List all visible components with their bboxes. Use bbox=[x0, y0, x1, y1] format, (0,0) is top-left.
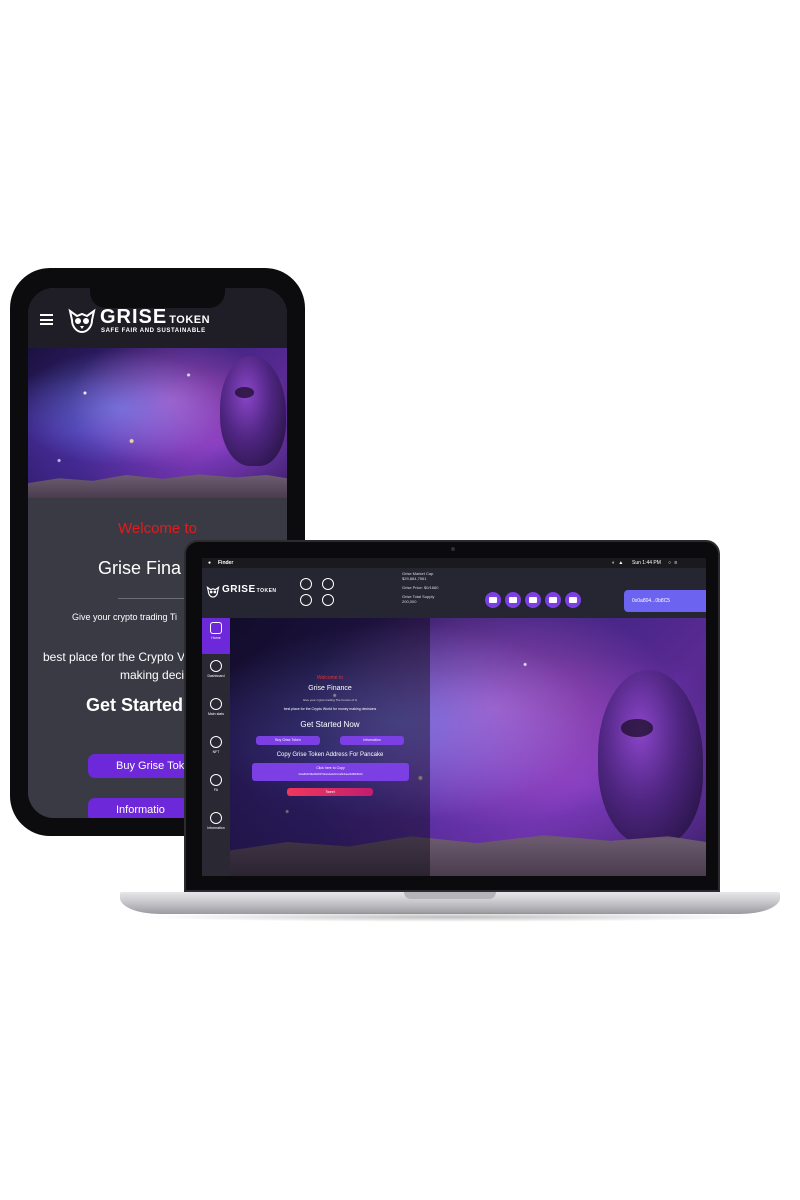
menubar-status-icons[interactable]: ◐ ▲ bbox=[612, 558, 624, 568]
dashboard-icon bbox=[210, 660, 222, 672]
token-address: 0x0a804c59e63f2047fde2aba2e5cc1a6bfcaed6… bbox=[298, 773, 363, 776]
sidebar-item-information[interactable]: Information bbox=[202, 808, 230, 844]
tweet-button[interactable]: Tweet bbox=[287, 788, 373, 796]
laptop-device: ● Finder ◐ ▲ Sun 1:44 PM ○ ≡ GRISETOKEN bbox=[184, 540, 720, 892]
network-chip-icon[interactable] bbox=[322, 594, 334, 606]
stats-icon bbox=[210, 698, 222, 710]
hero-head-sculpture bbox=[598, 670, 703, 845]
brand-tagline: SAFE FAIR AND SUSTAINABLE bbox=[101, 328, 206, 334]
sidebar-item-label: Main stats bbox=[208, 712, 224, 716]
network-chip-icon[interactable] bbox=[300, 594, 312, 606]
owl-logo-icon bbox=[206, 586, 220, 598]
network-chip-icon[interactable] bbox=[300, 578, 312, 590]
copy-address-button[interactable]: Click here to Copy 0x0a804c59e63f2047fde… bbox=[252, 763, 409, 781]
sidebar-item-main-stats[interactable]: Main stats bbox=[202, 694, 230, 730]
hero-rocks bbox=[28, 474, 287, 498]
network-chip-icon[interactable] bbox=[322, 578, 334, 590]
sidebar-item-label: NFT bbox=[212, 750, 220, 754]
information-icon bbox=[210, 812, 222, 824]
hamburger-menu-icon[interactable] bbox=[40, 314, 53, 325]
twitter-icon[interactable] bbox=[505, 592, 521, 608]
mobile-hero-image bbox=[28, 348, 287, 498]
owl-logo-icon bbox=[68, 308, 96, 334]
sidebar-item-label: Home bbox=[211, 636, 221, 640]
brand-logo-text[interactable]: GRISETOKEN bbox=[100, 306, 210, 329]
sidebar-item-nft[interactable]: NFT bbox=[202, 732, 230, 768]
token-stats: Grise Market Cap $29,884,7561 Grise Pric… bbox=[402, 571, 438, 604]
description-line-1: best place for the Crypto V bbox=[43, 650, 186, 664]
description-line-2: making decisi bbox=[120, 668, 193, 682]
laptop-screen: ● Finder ◐ ▲ Sun 1:44 PM ○ ≡ GRISETOKEN bbox=[202, 558, 706, 876]
wallet-address-button[interactable]: 0x0a804...0b8C5 bbox=[624, 590, 706, 612]
desktop-intro-content: Welcome to Grise Finance Give your crypt… bbox=[230, 618, 430, 876]
brand-name: GRISE bbox=[100, 306, 168, 328]
nft-icon bbox=[210, 736, 222, 748]
laptop-shadow bbox=[140, 912, 760, 922]
copy-address-heading: Copy Grise Token Address For Pancake bbox=[276, 752, 384, 758]
laptop-camera bbox=[451, 547, 455, 551]
medium-icon[interactable] bbox=[525, 592, 541, 608]
desktop-hero-area: Welcome to Grise Finance Give your crypt… bbox=[230, 618, 706, 876]
copy-button-label: Click here to Copy bbox=[316, 766, 345, 770]
brand-suffix: TOKEN bbox=[256, 588, 277, 594]
page-title: Grise Fina bbox=[98, 558, 182, 578]
device-mockup-stage: GRISE TOKEN SAFE FAIR AND SUSTAINABLE Wel… bbox=[0, 0, 800, 1200]
phone-notch bbox=[90, 288, 225, 308]
brand-suffix: TOKEN bbox=[169, 314, 211, 326]
subtitle-text: Give your crypto trading The Forces of G bbox=[302, 698, 358, 702]
get-started-heading: Get Started Now bbox=[300, 720, 360, 729]
home-icon bbox=[210, 622, 222, 634]
buy-grise-token-button[interactable]: Buy Grise Token bbox=[256, 736, 320, 745]
brand-logo-text[interactable]: GRISETOKEN bbox=[222, 584, 277, 595]
discord-icon[interactable] bbox=[565, 592, 581, 608]
market-cap-value: $29,884,7561 bbox=[402, 576, 427, 581]
sidebar-item-dashboard[interactable]: Dashboard bbox=[202, 656, 230, 692]
reddit-icon[interactable] bbox=[545, 592, 561, 608]
get-started-heading: Get Started bbox=[86, 695, 184, 715]
sidebar-item-label: Information bbox=[207, 826, 225, 830]
welcome-text: Welcome to bbox=[316, 675, 344, 681]
hero-head-sculpture bbox=[220, 356, 286, 466]
welcome-text: Welcome to bbox=[118, 520, 197, 537]
menubar-app-name[interactable]: Finder bbox=[218, 558, 233, 568]
desktop-sidebar: Home Dashboard Main stats NFT FA Informa… bbox=[202, 618, 230, 876]
brand-name: GRISE bbox=[222, 584, 256, 595]
supply-value: 200,000 bbox=[402, 599, 417, 604]
sidebar-item-fa[interactable]: FA bbox=[202, 770, 230, 806]
macos-menubar: ● Finder ◐ ▲ Sun 1:44 PM ○ ≡ bbox=[202, 558, 706, 568]
desktop-header: GRISETOKEN Grise Market Cap $29,884,7561… bbox=[202, 568, 706, 618]
description-text: best place for the Crypto World for mone… bbox=[283, 707, 377, 711]
sidebar-item-home[interactable]: Home bbox=[202, 618, 230, 654]
information-button[interactable]: Information bbox=[340, 736, 404, 745]
telegram-icon[interactable] bbox=[485, 592, 501, 608]
menubar-clock[interactable]: Sun 1:44 PM bbox=[632, 558, 661, 568]
subtitle-text: Give your crypto trading Ti bbox=[72, 612, 178, 622]
apple-menu-icon[interactable]: ● bbox=[208, 558, 211, 568]
price-label: Grise Price: $0/1680 bbox=[402, 585, 439, 590]
sidebar-item-label: Dashboard bbox=[207, 674, 225, 678]
fa-icon bbox=[210, 774, 222, 786]
laptop-opening-notch bbox=[404, 892, 496, 899]
page-title: Grise Finance bbox=[308, 685, 352, 692]
sidebar-item-label: FA bbox=[213, 788, 219, 792]
menubar-search-icon[interactable]: ○ ≡ bbox=[668, 558, 678, 568]
